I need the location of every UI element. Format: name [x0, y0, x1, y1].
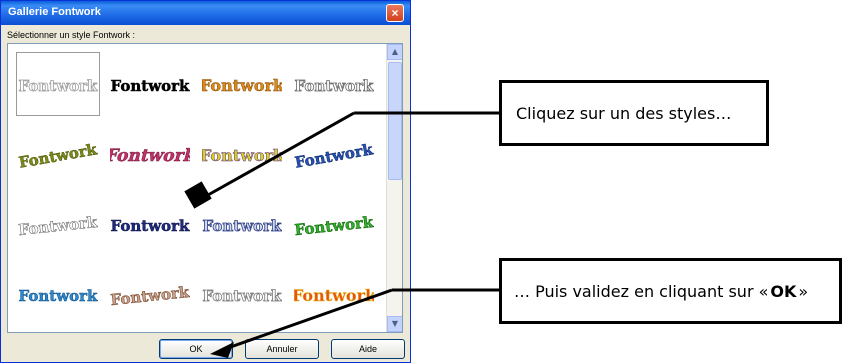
callout-validate-ok-word: OK: [770, 281, 797, 301]
help-button[interactable]: Aide: [331, 339, 405, 359]
callout-select-style-text: Cliquez sur un des styles…: [516, 103, 732, 123]
scroll-up-button[interactable]: ▲: [387, 44, 402, 60]
fontwork-style-label: Fontwork: [294, 213, 374, 239]
fontwork-style-label: Fontwork: [203, 217, 282, 235]
close-button[interactable]: ×: [386, 4, 404, 22]
fontwork-style-label: Fontwork: [18, 140, 98, 172]
fontwork-style-label: Fontwork: [202, 76, 282, 95]
fontwork-style-tile[interactable]: Fontwork: [108, 192, 192, 256]
fontwork-style-label: Fontwork: [111, 77, 190, 95]
fontwork-style-label: Fontwork: [203, 287, 282, 305]
callout-validate-ok: … Puis validez en cliquant sur « OK »: [499, 258, 842, 324]
fontwork-style-tile[interactable]: Fontwork: [108, 52, 192, 116]
callout-select-style: Cliquez sur un des styles…: [499, 80, 769, 146]
fontwork-style-tile[interactable]: Fontwork: [292, 122, 376, 186]
fontwork-style-tile[interactable]: Fontwork: [200, 52, 284, 116]
fontwork-style-tile[interactable]: Fontwork: [292, 52, 376, 116]
fontwork-style-label: Fontwork: [18, 213, 98, 239]
fontwork-gallery-dialog: Gallerie Fontwork × Sélectionner un styl…: [0, 0, 411, 363]
title-bar[interactable]: Gallerie Fontwork ×: [1, 1, 410, 25]
fontwork-style-tile[interactable]: Fontwork: [200, 192, 284, 256]
fontwork-gallery-grid: Fontwork Fontwork Fontwork Fontwork Fontwork…: [7, 43, 403, 333]
fontwork-style-tile[interactable]: Fontwork: [108, 122, 192, 186]
scroll-thumb[interactable]: [388, 62, 402, 180]
fontwork-style-tile[interactable]: Fontwork: [200, 122, 284, 186]
fontwork-style-label: Fontwork: [19, 77, 98, 95]
scroll-down-button[interactable]: ▼: [387, 316, 402, 332]
fontwork-style-label: Fontwork: [111, 217, 190, 235]
gallery-prompt-label: Sélectionner un style Fontwork :: [7, 30, 136, 40]
gallery-scrollbar[interactable]: ▲ ▼: [386, 44, 402, 332]
fontwork-style-tile[interactable]: Fontwork: [16, 192, 100, 256]
ok-button[interactable]: OK: [159, 339, 233, 359]
fontwork-style-tile[interactable]: Fontwork: [200, 262, 284, 326]
fontwork-style-label: Fontwork: [19, 287, 98, 305]
fontwork-style-label: Fontwork: [294, 140, 374, 172]
dialog-title: Gallerie Fontwork: [8, 6, 101, 18]
fontwork-style-label: Fontwork: [295, 77, 374, 95]
fontwork-style-label: Fontwork: [202, 146, 282, 165]
fontwork-style-label: Fontwork: [294, 286, 374, 305]
fontwork-style-tile[interactable]: Fontwork: [16, 122, 100, 186]
fontwork-style-tile[interactable]: Fontwork: [16, 52, 100, 116]
fontwork-style-label: Fontwork: [110, 283, 190, 309]
fontwork-style-tile[interactable]: Fontwork: [292, 262, 376, 326]
fontwork-style-label: Fontwork: [110, 146, 190, 166]
fontwork-style-tile[interactable]: Fontwork: [108, 262, 192, 326]
fontwork-style-tile[interactable]: Fontwork: [16, 262, 100, 326]
fontwork-style-tile[interactable]: Fontwork: [292, 192, 376, 256]
cancel-button[interactable]: Annuler: [245, 339, 319, 359]
callout-validate-suffix: »: [798, 281, 809, 301]
callout-validate-prefix: … Puis validez en cliquant sur «: [514, 281, 769, 301]
